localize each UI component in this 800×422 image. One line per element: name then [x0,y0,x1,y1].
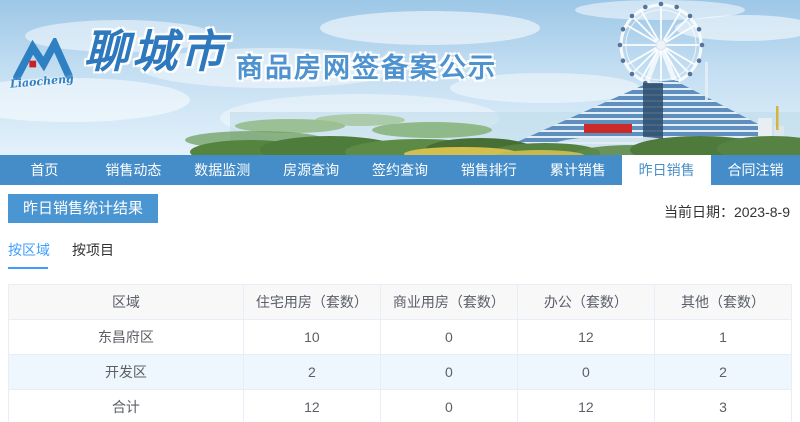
table-cell: 0 [517,355,654,390]
table-header-row: 区域住宅用房（套数）商业用房（套数）办公（套数）其他（套数） [9,285,792,320]
site-banner: Liaocheng 聊城市 商品房网签备案公示 [0,0,800,155]
table-row: 开发区2002 [9,355,792,390]
nav-item-yesterday-sales[interactable]: 昨日销售 [622,155,711,185]
nav-item-signing-search[interactable]: 签约查询 [356,155,445,185]
current-date: 当前日期：2023-8-9 [664,202,790,222]
table-cell: 2 [654,355,791,390]
nav-item-home[interactable]: 首页 [0,155,89,185]
table-cell: 0 [380,390,517,422]
main-nav: 首页销售动态数据监测房源查询签约查询销售排行累计销售昨日销售合同注销 [0,155,800,185]
table-cell-region: 合计 [9,390,244,422]
nav-item-sales-ranking[interactable]: 销售排行 [444,155,533,185]
table-cell-region: 东昌府区 [9,320,244,355]
sales-table-head: 区域住宅用房（套数）商业用房（套数）办公（套数）其他（套数） [9,285,792,320]
sales-table: 区域住宅用房（套数）商业用房（套数）办公（套数）其他（套数） 东昌府区10012… [8,284,792,422]
table-cell-region: 开发区 [9,355,244,390]
table-column-header: 其他（套数） [654,285,791,320]
table-column-header: 住宅用房（套数） [243,285,380,320]
table-column-header: 区域 [9,285,244,320]
brand-title-text: 商品房网签备案公示 [236,46,497,85]
brand-city-text: 聊城市 [84,26,228,78]
table-cell: 10 [243,320,380,355]
main-content: 昨日销售统计结果 当前日期：2023-8-9 按区域按项目 区域住宅用房（套数）… [0,194,800,422]
brand: Liaocheng 聊城市 商品房网签备案公示 [10,26,497,88]
nav-item-contract-cancellation[interactable]: 合同注销 [711,155,800,185]
nav-item-data-monitoring[interactable]: 数据监测 [178,155,267,185]
current-date-value: 2023-8-9 [734,204,790,220]
table-cell: 12 [517,390,654,422]
current-date-label: 当前日期： [664,204,734,220]
section-title-badge: 昨日销售统计结果 [8,194,158,223]
table-cell: 12 [243,390,380,422]
tab-by-project[interactable]: 按项目 [72,240,114,269]
nav-item-sales-updates[interactable]: 销售动态 [89,155,178,185]
table-row: 合计120123 [9,390,792,422]
site-logo: Liaocheng [10,38,74,88]
table-cell: 3 [654,390,791,422]
nav-item-listings-search[interactable]: 房源查询 [267,155,356,185]
table-cell: 0 [380,355,517,390]
view-tabs: 按区域按项目 [8,240,792,269]
table-row: 东昌府区100121 [9,320,792,355]
table-cell: 12 [517,320,654,355]
table-column-header: 商业用房（套数） [380,285,517,320]
table-cell: 1 [654,320,791,355]
table-column-header: 办公（套数） [517,285,654,320]
table-cell: 2 [243,355,380,390]
table-cell: 0 [380,320,517,355]
tab-by-district[interactable]: 按区域 [8,240,50,269]
sales-table-body: 东昌府区100121开发区2002合计120123 [9,320,792,422]
section-head: 昨日销售统计结果 当前日期：2023-8-9 [8,194,792,223]
nav-item-cumulative-sales[interactable]: 累计销售 [533,155,622,185]
